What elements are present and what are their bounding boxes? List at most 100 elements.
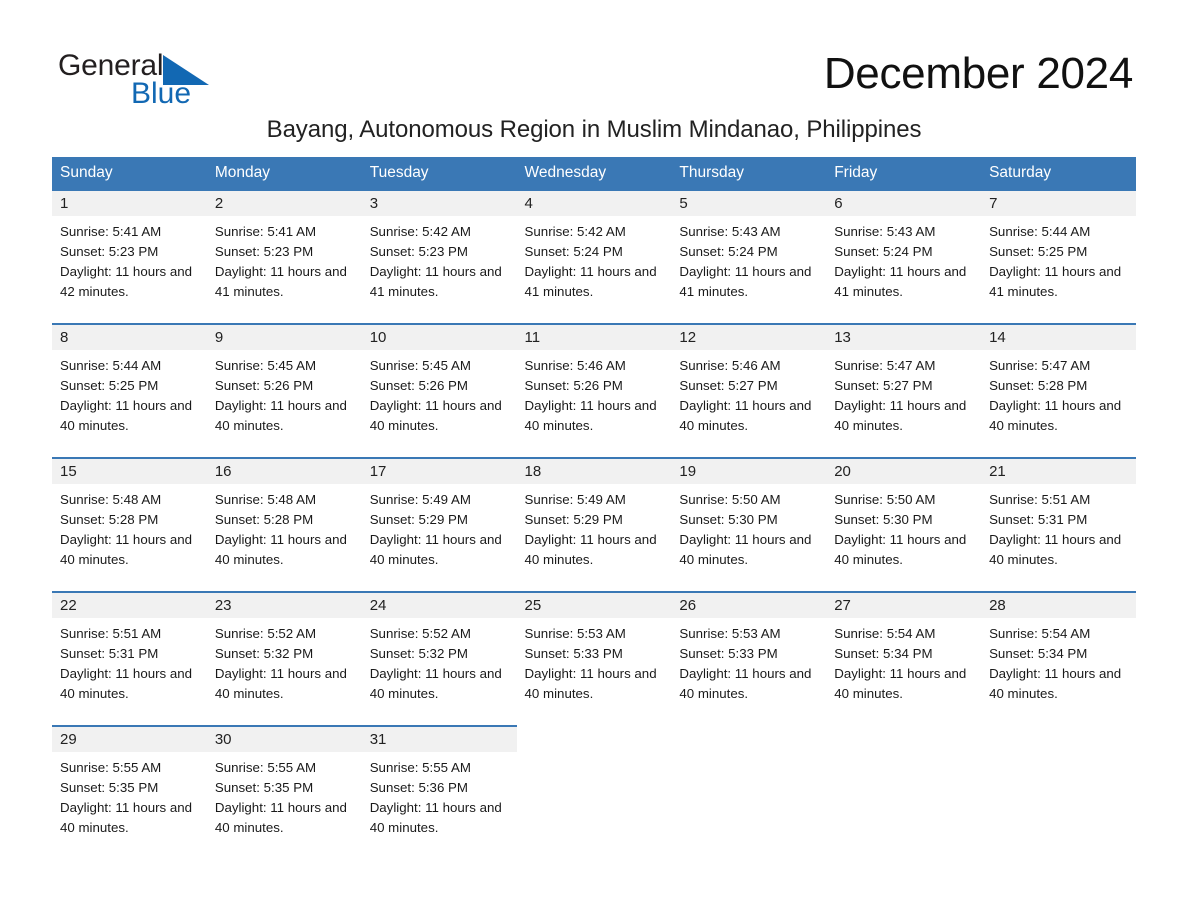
day-number: 14 xyxy=(981,325,1136,350)
sunset-text: Sunset: 5:35 PM xyxy=(60,780,159,795)
day-details: Sunrise: 5:46 AM Sunset: 5:26 PM Daylight:… xyxy=(517,350,672,436)
general-blue-logo[interactable]: General Blue xyxy=(58,50,258,112)
sunrise-text: Sunrise: 5:50 AM xyxy=(679,492,781,507)
calendar-day-cell: 14 Sunrise: 5:47 AM Sunset: 5:28 PM Dayligh… xyxy=(981,323,1136,457)
day-cell[interactable]: 24 Sunrise: 5:52 AM Sunset: 5:32 PM Dayligh… xyxy=(361,591,517,725)
day-cell[interactable]: 29 Sunrise: 5:55 AM Sunset: 5:35 PM Dayligh… xyxy=(52,725,207,859)
day-details: Sunrise: 5:49 AM Sunset: 5:29 PM Daylight:… xyxy=(362,484,517,570)
daylight-text: Daylight: 11 hours and 41 minutes. xyxy=(679,264,812,299)
sunset-text: Sunset: 5:28 PM xyxy=(214,512,314,527)
day-details: Sunrise: 5:55 AM Sunset: 5:36 PM Daylight:… xyxy=(362,752,517,838)
day-number: 18 xyxy=(516,459,672,484)
day-cell[interactable]: 7 Sunrise: 5:44 AM Sunset: 5:25 PM Daylight… xyxy=(981,189,1136,323)
daylight-text: Daylight: 11 hours and 41 minutes. xyxy=(214,264,347,299)
day-cell[interactable]: 9 Sunrise: 5:45 AM Sunset: 5:26 PM Daylight… xyxy=(206,323,362,457)
day-cell[interactable]: 20 Sunrise: 5:50 AM Sunset: 5:30 PM Dayligh… xyxy=(826,457,982,591)
day-cell[interactable]: 1 Sunrise: 5:41 AM Sunset: 5:23 PM Daylight… xyxy=(52,189,207,323)
day-details xyxy=(671,752,826,758)
calendar-day-cell: 11 Sunrise: 5:46 AM Sunset: 5:26 PM Dayligh… xyxy=(516,323,672,457)
day-number: 8 xyxy=(52,325,207,350)
day-number: 6 xyxy=(826,191,982,216)
calendar-day-cell: 19 Sunrise: 5:50 AM Sunset: 5:30 PM Dayligh… xyxy=(671,457,827,591)
calendar-week-row: 15 Sunrise: 5:48 AM Sunset: 5:28 PM Dayligh… xyxy=(52,457,1136,591)
day-cell[interactable]: 13 Sunrise: 5:47 AM Sunset: 5:27 PM Dayligh… xyxy=(826,323,982,457)
daylight-text: Daylight: 11 hours and 40 minutes. xyxy=(679,532,812,567)
day-cell[interactable]: 6 Sunrise: 5:43 AM Sunset: 5:24 PM Daylight… xyxy=(826,189,982,323)
sunset-text: Sunset: 5:31 PM xyxy=(989,512,1088,527)
day-details: Sunrise: 5:46 AM Sunset: 5:27 PM Daylight:… xyxy=(671,350,826,436)
day-cell[interactable]: 18 Sunrise: 5:49 AM Sunset: 5:29 PM Dayligh… xyxy=(516,457,672,591)
day-number: 26 xyxy=(671,593,827,618)
day-cell[interactable]: 19 Sunrise: 5:50 AM Sunset: 5:30 PM Dayligh… xyxy=(671,457,827,591)
weekday-header-friday: Friday xyxy=(826,157,982,189)
calendar-day-cell: 28 Sunrise: 5:54 AM Sunset: 5:34 PM Dayligh… xyxy=(981,591,1136,725)
day-cell[interactable]: 15 Sunrise: 5:48 AM Sunset: 5:28 PM Dayligh… xyxy=(52,457,207,591)
sunset-text: Sunset: 5:27 PM xyxy=(834,378,933,393)
day-cell[interactable]: 12 Sunrise: 5:46 AM Sunset: 5:27 PM Dayligh… xyxy=(671,323,827,457)
day-cell[interactable]: 26 Sunrise: 5:53 AM Sunset: 5:33 PM Dayligh… xyxy=(671,591,827,725)
day-cell[interactable]: 10 Sunrise: 5:45 AM Sunset: 5:26 PM Dayligh… xyxy=(361,323,517,457)
sunrise-text: Sunrise: 5:46 AM xyxy=(679,358,781,373)
day-number: 1 xyxy=(52,191,207,216)
sunset-text: Sunset: 5:34 PM xyxy=(834,646,933,661)
sunset-text: Sunset: 5:23 PM xyxy=(60,244,159,259)
day-details: Sunrise: 5:48 AM Sunset: 5:28 PM Daylight:… xyxy=(52,484,207,570)
day-cell[interactable]: 25 Sunrise: 5:53 AM Sunset: 5:33 PM Dayligh… xyxy=(516,591,672,725)
day-cell[interactable]: 17 Sunrise: 5:49 AM Sunset: 5:29 PM Dayligh… xyxy=(361,457,517,591)
day-cell[interactable]: 14 Sunrise: 5:47 AM Sunset: 5:28 PM Dayligh… xyxy=(981,323,1136,457)
day-number: 4 xyxy=(516,191,672,216)
sunset-text: Sunset: 5:33 PM xyxy=(679,646,778,661)
day-details: Sunrise: 5:45 AM Sunset: 5:26 PM Daylight:… xyxy=(362,350,517,436)
day-cell[interactable]: 5 Sunrise: 5:43 AM Sunset: 5:24 PM Daylight… xyxy=(671,189,827,323)
day-number xyxy=(516,727,672,752)
sunrise-text: Sunrise: 5:49 AM xyxy=(369,492,471,507)
sunrise-text: Sunrise: 5:52 AM xyxy=(369,626,471,641)
daylight-text: Daylight: 11 hours and 40 minutes. xyxy=(524,666,657,701)
day-number: 16 xyxy=(206,459,362,484)
day-details xyxy=(981,752,1136,758)
daylight-text: Daylight: 11 hours and 40 minutes. xyxy=(60,666,193,701)
calendar-body: 1 Sunrise: 5:41 AM Sunset: 5:23 PM Daylight… xyxy=(52,189,1136,859)
calendar-day-cell: 26 Sunrise: 5:53 AM Sunset: 5:33 PM Dayligh… xyxy=(671,591,827,725)
day-cell[interactable]: 3 Sunrise: 5:42 AM Sunset: 5:23 PM Daylight… xyxy=(361,189,517,323)
day-cell[interactable]: 8 Sunrise: 5:44 AM Sunset: 5:25 PM Daylight… xyxy=(52,323,207,457)
calendar-day-cell: 30 Sunrise: 5:55 AM Sunset: 5:35 PM Dayligh… xyxy=(206,725,362,859)
sunset-text: Sunset: 5:28 PM xyxy=(989,378,1088,393)
day-cell[interactable]: 28 Sunrise: 5:54 AM Sunset: 5:34 PM Dayligh… xyxy=(981,591,1136,725)
calendar-header-row: Sunday Monday Tuesday Wednesday Thursday… xyxy=(52,157,1136,189)
day-number: 7 xyxy=(981,191,1136,216)
day-number: 25 xyxy=(516,593,672,618)
page-title: December 2024 xyxy=(823,49,1133,98)
day-cell[interactable]: 2 Sunrise: 5:41 AM Sunset: 5:23 PM Daylight… xyxy=(206,189,362,323)
day-details: Sunrise: 5:54 AM Sunset: 5:34 PM Daylight:… xyxy=(981,618,1136,704)
day-cell[interactable]: 4 Sunrise: 5:42 AM Sunset: 5:24 PM Daylight… xyxy=(516,189,672,323)
day-details: Sunrise: 5:43 AM Sunset: 5:24 PM Daylight:… xyxy=(826,216,981,302)
day-cell[interactable]: 16 Sunrise: 5:48 AM Sunset: 5:28 PM Dayligh… xyxy=(206,457,362,591)
day-cell[interactable]: 11 Sunrise: 5:46 AM Sunset: 5:26 PM Dayligh… xyxy=(516,323,672,457)
calendar-day-cell: 27 Sunrise: 5:54 AM Sunset: 5:34 PM Dayligh… xyxy=(826,591,982,725)
day-number: 28 xyxy=(981,593,1136,618)
day-cell[interactable]: 27 Sunrise: 5:54 AM Sunset: 5:34 PM Dayligh… xyxy=(826,591,982,725)
day-details: Sunrise: 5:41 AM Sunset: 5:23 PM Daylight:… xyxy=(52,216,207,302)
sunset-text: Sunset: 5:23 PM xyxy=(214,244,314,259)
calendar-day-cell: 18 Sunrise: 5:49 AM Sunset: 5:29 PM Dayligh… xyxy=(516,457,672,591)
day-cell[interactable]: 23 Sunrise: 5:52 AM Sunset: 5:32 PM Dayligh… xyxy=(206,591,362,725)
sunset-text: Sunset: 5:27 PM xyxy=(679,378,778,393)
calendar-day-cell: 31 Sunrise: 5:55 AM Sunset: 5:36 PM Dayligh… xyxy=(361,725,517,859)
day-cell[interactable]: 22 Sunrise: 5:51 AM Sunset: 5:31 PM Dayligh… xyxy=(52,591,207,725)
day-details: Sunrise: 5:53 AM Sunset: 5:33 PM Daylight:… xyxy=(517,618,672,704)
day-number: 30 xyxy=(206,727,362,752)
day-cell[interactable]: 21 Sunrise: 5:51 AM Sunset: 5:31 PM Dayligh… xyxy=(981,457,1136,591)
sunrise-text: Sunrise: 5:53 AM xyxy=(524,626,626,641)
calendar-day-cell: 2 Sunrise: 5:41 AM Sunset: 5:23 PM Daylight… xyxy=(206,189,362,323)
day-cell[interactable]: 30 Sunrise: 5:55 AM Sunset: 5:35 PM Dayligh… xyxy=(206,725,362,859)
day-cell[interactable]: 31 Sunrise: 5:55 AM Sunset: 5:36 PM Dayligh… xyxy=(361,725,517,859)
day-number: 22 xyxy=(52,593,207,618)
daylight-text: Daylight: 11 hours and 41 minutes. xyxy=(834,264,967,299)
calendar-page: General Blue December 2024 Bayang, Auton… xyxy=(0,0,1188,918)
calendar-day-cell: 21 Sunrise: 5:51 AM Sunset: 5:31 PM Dayligh… xyxy=(981,457,1136,591)
day-cell-empty xyxy=(516,725,672,859)
sunset-text: Sunset: 5:34 PM xyxy=(989,646,1088,661)
day-number: 9 xyxy=(206,325,362,350)
day-number xyxy=(981,727,1136,752)
